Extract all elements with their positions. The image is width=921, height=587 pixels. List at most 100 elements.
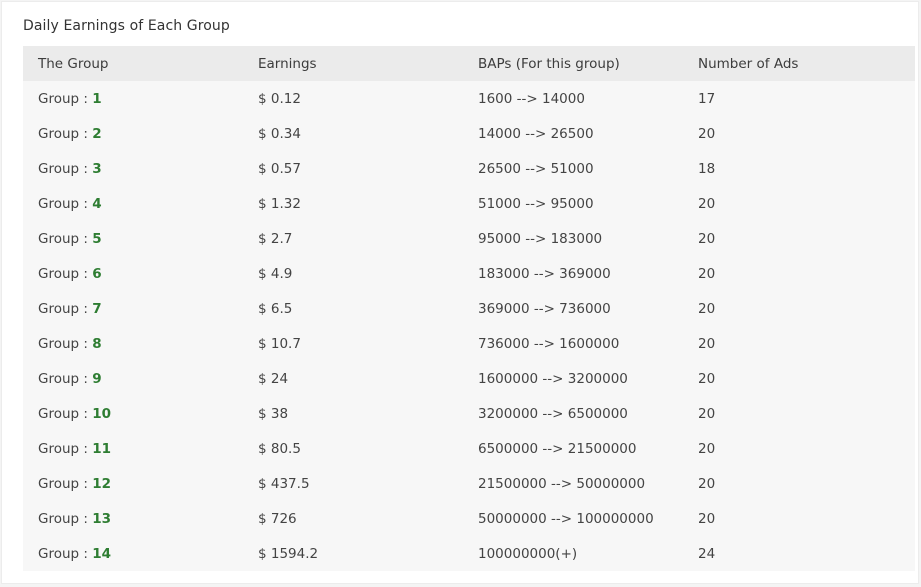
cell-number-of-ads: 20 — [698, 510, 716, 527]
cell-group: Group : 7 — [23, 291, 243, 326]
cell-group: Group : 8 — [23, 326, 243, 361]
group-number: 1 — [92, 90, 102, 107]
cell-number-of-ads: 20 — [698, 475, 716, 492]
group-prefix: Group : — [38, 300, 93, 317]
group-number: 14 — [92, 545, 112, 562]
group-number: 9 — [92, 370, 102, 387]
table-row: Group : 4 $ 1.32 51000 --> 95000 20 — [23, 186, 915, 221]
group-prefix: Group : — [38, 475, 93, 492]
cell-baps: 369000 --> 736000 — [478, 300, 611, 317]
group-prefix: Group : — [38, 370, 93, 387]
group-prefix: Group : — [38, 230, 93, 247]
group-number: 12 — [92, 475, 112, 492]
cell-earnings: $ 0.57 — [258, 160, 301, 177]
group-prefix: Group : — [38, 125, 93, 142]
table-row: Group : 7 $ 6.5 369000 --> 736000 20 — [23, 291, 915, 326]
cell-earnings: $ 24 — [258, 370, 289, 387]
cell-baps: 100000000(+) — [478, 545, 578, 562]
cell-group: Group : 13 — [23, 501, 243, 536]
cell-earnings: $ 726 — [258, 510, 297, 527]
card-title: Daily Earnings of Each Group — [23, 18, 230, 34]
cell-earnings: $ 0.12 — [258, 90, 301, 107]
cell-baps: 736000 --> 1600000 — [478, 335, 620, 352]
cell-earnings: $ 0.34 — [258, 125, 301, 142]
group-number: 11 — [92, 440, 112, 457]
cell-baps: 50000000 --> 100000000 — [478, 510, 654, 527]
cell-baps: 6500000 --> 21500000 — [478, 440, 637, 457]
cell-baps: 1600000 --> 3200000 — [478, 370, 628, 387]
group-prefix: Group : — [38, 195, 93, 212]
cell-number-of-ads: 20 — [698, 125, 716, 142]
group-number: 3 — [92, 160, 102, 177]
cell-number-of-ads: 20 — [698, 300, 716, 317]
table-header-row: The Group Earnings BAPs (For this group)… — [23, 46, 915, 81]
table-body: Group : 1 $ 0.12 1600 --> 14000 17 Group : 2… — [23, 81, 915, 571]
cell-earnings: $ 1594.2 — [258, 545, 319, 562]
table-row: Group : 11 $ 80.5 6500000 --> 21500000 20 — [23, 431, 915, 466]
group-prefix: Group : — [38, 405, 93, 422]
table-row: Group : 3 $ 0.57 26500 --> 51000 18 — [23, 151, 915, 186]
table-row: Group : 2 $ 0.34 14000 --> 26500 20 — [23, 116, 915, 151]
cell-earnings: $ 2.7 — [258, 230, 293, 247]
cell-number-of-ads: 17 — [698, 90, 716, 107]
cell-baps: 26500 --> 51000 — [478, 160, 594, 177]
cell-group: Group : 1 — [23, 81, 243, 116]
group-prefix: Group : — [38, 265, 93, 282]
table-row: Group : 1 $ 0.12 1600 --> 14000 17 — [23, 81, 915, 116]
cell-number-of-ads: 20 — [698, 230, 716, 247]
cell-earnings: $ 6.5 — [258, 300, 293, 317]
cell-earnings: $ 1.32 — [258, 195, 301, 212]
cell-earnings: $ 38 — [258, 405, 289, 422]
group-prefix: Group : — [38, 545, 93, 562]
group-number: 6 — [92, 265, 102, 282]
cell-number-of-ads: 24 — [698, 545, 716, 562]
cell-baps: 21500000 --> 50000000 — [478, 475, 646, 492]
cell-baps: 51000 --> 95000 — [478, 195, 594, 212]
table-row: Group : 8 $ 10.7 736000 --> 1600000 20 — [23, 326, 915, 361]
cell-baps: 3200000 --> 6500000 — [478, 405, 628, 422]
cell-group: Group : 3 — [23, 151, 243, 186]
group-prefix: Group : — [38, 440, 93, 457]
group-number: 4 — [92, 195, 102, 212]
cell-number-of-ads: 20 — [698, 195, 716, 212]
group-number: 10 — [92, 405, 112, 422]
table-row: Group : 9 $ 24 1600000 --> 3200000 20 — [23, 361, 915, 396]
earnings-table: The Group Earnings BAPs (For this group)… — [23, 46, 915, 571]
header-baps: BAPs (For this group) — [478, 55, 620, 72]
table-row: Group : 13 $ 726 50000000 --> 100000000 20 — [23, 501, 915, 536]
header-group: The Group — [38, 55, 109, 72]
group-number: 8 — [92, 335, 102, 352]
header-earnings: Earnings — [258, 55, 317, 72]
cell-earnings: $ 10.7 — [258, 335, 301, 352]
cell-group: Group : 14 — [23, 536, 243, 571]
cell-baps: 1600 --> 14000 — [478, 90, 585, 107]
cell-number-of-ads: 20 — [698, 335, 716, 352]
cell-number-of-ads: 20 — [698, 405, 716, 422]
table-row: Group : 12 $ 437.5 21500000 --> 50000000 20 — [23, 466, 915, 501]
earnings-card: Daily Earnings of Each Group The Group E… — [1, 1, 919, 584]
group-number: 2 — [92, 125, 102, 142]
cell-number-of-ads: 20 — [698, 370, 716, 387]
cell-baps: 95000 --> 183000 — [478, 230, 603, 247]
cell-group: Group : 9 — [23, 361, 243, 396]
group-prefix: Group : — [38, 335, 93, 352]
cell-earnings: $ 80.5 — [258, 440, 301, 457]
group-number: 5 — [92, 230, 102, 247]
cell-number-of-ads: 20 — [698, 265, 716, 282]
cell-baps: 183000 --> 369000 — [478, 265, 611, 282]
table-row: Group : 14 $ 1594.2 100000000(+) 24 — [23, 536, 915, 571]
cell-group: Group : 12 — [23, 466, 243, 501]
cell-group: Group : 4 — [23, 186, 243, 221]
cell-number-of-ads: 18 — [698, 160, 716, 177]
cell-group: Group : 11 — [23, 431, 243, 466]
cell-earnings: $ 4.9 — [258, 265, 293, 282]
table-row: Group : 6 $ 4.9 183000 --> 369000 20 — [23, 256, 915, 291]
table-row: Group : 10 $ 38 3200000 --> 6500000 20 — [23, 396, 915, 431]
cell-group: Group : 10 — [23, 396, 243, 431]
cell-number-of-ads: 20 — [698, 440, 716, 457]
group-prefix: Group : — [38, 90, 93, 107]
cell-baps: 14000 --> 26500 — [478, 125, 594, 142]
group-number: 13 — [92, 510, 112, 527]
header-number-of-ads: Number of Ads — [698, 55, 799, 72]
cell-group: Group : 5 — [23, 221, 243, 256]
